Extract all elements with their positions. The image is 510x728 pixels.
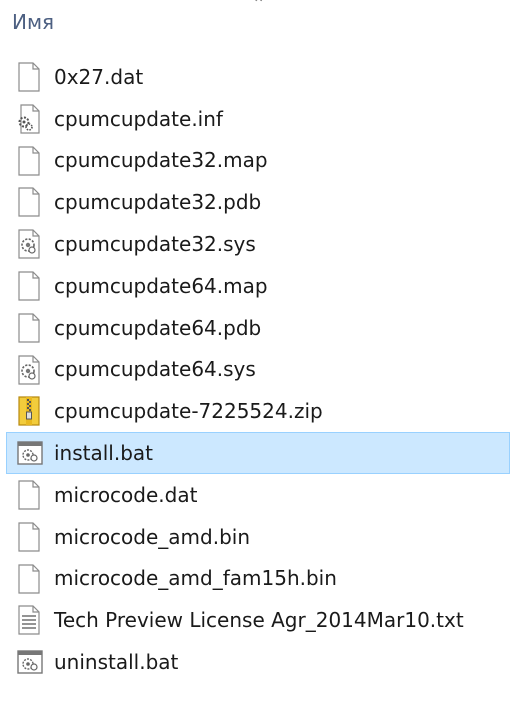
file-row[interactable]: cpumcupdate32.sys [0,223,510,265]
blank-file-icon [17,271,41,301]
file-name: cpumcupdate.inf [54,106,223,131]
file-row[interactable]: microcode_amd_fam15h.bin [0,558,510,600]
file-row[interactable]: uninstall.bat [0,641,510,683]
system-file-icon [17,354,41,385]
file-name: cpumcupdate64.pdb [54,315,262,340]
batch-file-icon [17,441,43,471]
file-list: 0x27.dat cpumcupdate.inf cpumcupdate32.map… [0,56,510,683]
zip-file-icon [17,396,41,426]
blank-file-icon [17,522,41,552]
name-column-header[interactable]: Имя [12,10,54,34]
file-name: cpumcupdate32.map [54,148,268,173]
system-file-icon [17,229,41,259]
blank-file-icon [17,62,41,92]
text-file-icon [17,605,41,635]
file-name: Tech Preview License Agr_2014Mar10.txt [54,608,464,633]
file-row[interactable]: Tech Preview License Agr_2014Mar10.txt [0,599,510,641]
file-name: microcode_amd_fam15h.bin [54,566,337,591]
file-name: uninstall.bat [54,650,179,675]
blank-file-icon [17,563,41,594]
file-name: cpumcupdate32.sys [54,232,256,257]
file-row[interactable]: cpumcupdate-7225524.zip [0,390,510,432]
file-row[interactable]: cpumcupdate64.pdb [0,307,510,349]
sort-chevron-icon: ⌃ [252,0,266,13]
file-name: microcode_amd.bin [54,524,251,549]
file-name: install.bat [54,441,154,466]
file-name: cpumcupdate64.map [54,273,268,298]
file-name: microcode.dat [54,482,198,507]
file-row[interactable]: cpumcupdate64.map [0,265,510,307]
blank-file-icon [17,187,41,217]
file-name: cpumcupdate64.sys [54,357,256,382]
file-name: cpumcupdate-7225524.zip [54,399,323,424]
blank-file-icon [17,313,41,343]
file-row[interactable]: install.bat [6,432,510,474]
column-header: Имя ⌃ [0,0,510,44]
blank-file-icon [17,480,41,510]
file-row[interactable]: microcode.dat [0,474,510,516]
file-row[interactable]: cpumcupdate.inf [0,98,510,140]
file-name: 0x27.dat [54,64,144,89]
file-row[interactable]: microcode_amd.bin [0,516,510,558]
batch-file-icon [17,650,43,680]
file-row[interactable]: cpumcupdate32.pdb [0,181,510,223]
settings-file-icon [17,104,41,134]
file-row[interactable]: cpumcupdate32.map [0,140,510,182]
file-row[interactable]: 0x27.dat [0,56,510,98]
file-name: cpumcupdate32.pdb [54,190,262,215]
blank-file-icon [17,145,41,176]
file-row[interactable]: cpumcupdate64.sys [0,349,510,391]
